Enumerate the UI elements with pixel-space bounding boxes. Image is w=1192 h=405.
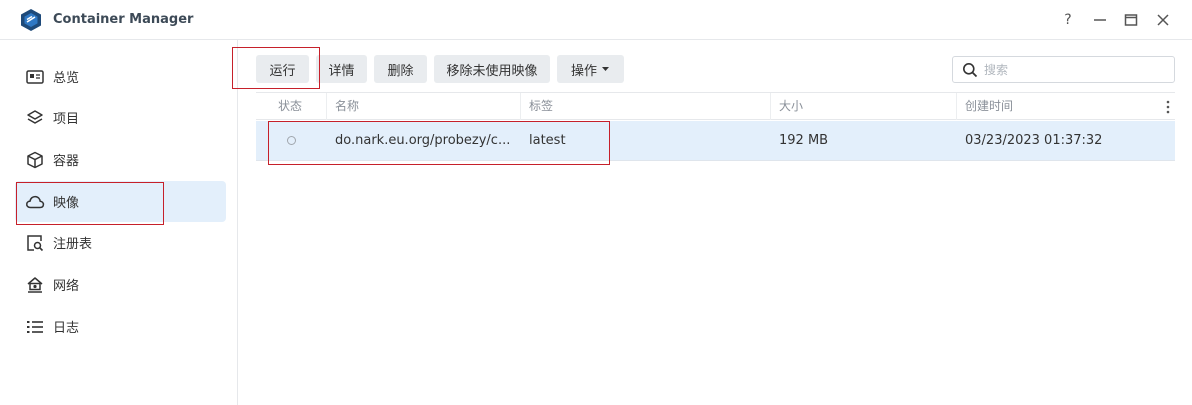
caret-down-icon: [602, 67, 609, 71]
sidebar-item-label: 注册表: [53, 237, 93, 252]
maximize-icon: [1124, 14, 1138, 26]
sidebar-item-images[interactable]: 映像: [15, 181, 226, 222]
title-bar: Container Manager ?: [0, 0, 1192, 40]
network-icon: [25, 275, 45, 295]
sidebar-item-label: 映像: [53, 196, 80, 211]
sidebar-item-label: 网络: [53, 279, 80, 294]
actions-label: 操作: [570, 63, 597, 79]
sidebar-item-overview[interactable]: 总览: [15, 56, 226, 97]
run-button[interactable]: 运行: [256, 55, 309, 83]
layers-icon: [25, 108, 45, 128]
app-title: Container Manager: [53, 12, 194, 27]
sidebar-item-label: 总览: [53, 71, 80, 86]
image-created-cell: 03/23/2023 01:37:32: [965, 133, 1103, 148]
close-button[interactable]: [1153, 10, 1173, 30]
container-manager-logo-icon: [21, 9, 41, 31]
column-options-button[interactable]: [1160, 93, 1175, 120]
actions-dropdown-button[interactable]: 操作: [557, 55, 624, 83]
column-header-size[interactable]: 大小: [770, 93, 956, 120]
column-header-name[interactable]: 名称: [326, 93, 520, 120]
sidebar-item-network[interactable]: 网络: [15, 264, 226, 305]
overview-icon: [25, 67, 45, 87]
search-icon: [963, 62, 978, 77]
help-button[interactable]: ?: [1058, 10, 1078, 30]
sidebar-item-containers[interactable]: 容器: [15, 139, 226, 180]
search-box[interactable]: [952, 56, 1175, 83]
sidebar-item-label: 日志: [53, 321, 80, 336]
sidebar-item-projects[interactable]: 项目: [15, 97, 226, 138]
delete-button[interactable]: 删除: [374, 55, 427, 83]
column-header-tag[interactable]: 标签: [520, 93, 770, 120]
cube-icon: [25, 150, 45, 170]
maximize-button[interactable]: [1121, 10, 1141, 30]
sidebar-item-logs[interactable]: 日志: [15, 306, 226, 347]
table-header: 状态 名称 标签 大小 创建时间: [256, 92, 1175, 120]
table-row[interactable]: do.nark.eu.org/probezy/c... latest 192 M…: [256, 121, 1175, 161]
search-input[interactable]: [984, 62, 1164, 77]
sidebar-item-label: 容器: [53, 154, 80, 169]
registry-search-icon: [25, 233, 45, 253]
sidebar-item-registry[interactable]: 注册表: [15, 222, 226, 263]
sidebar-item-label: 项目: [53, 112, 80, 127]
details-button[interactable]: 详情: [316, 55, 367, 83]
cloud-icon: [25, 192, 45, 212]
remove-unused-images-button[interactable]: 移除未使用映像: [434, 55, 550, 83]
minimize-button[interactable]: [1090, 10, 1110, 30]
image-name-cell: do.nark.eu.org/probezy/c...: [335, 133, 511, 148]
status-indicator: [287, 136, 296, 145]
list-icon: [25, 317, 45, 337]
column-header-status[interactable]: 状态: [270, 93, 326, 120]
more-vertical-icon: [1166, 100, 1169, 113]
image-size-cell: 192 MB: [779, 133, 829, 148]
column-header-created[interactable]: 创建时间: [956, 93, 1160, 120]
close-icon: [1157, 14, 1169, 26]
image-tag-cell: latest: [529, 133, 566, 148]
sidebar: 总览 项目 容器 映像 注册表 网络 日志: [0, 40, 238, 405]
minimize-icon: [1094, 19, 1106, 21]
